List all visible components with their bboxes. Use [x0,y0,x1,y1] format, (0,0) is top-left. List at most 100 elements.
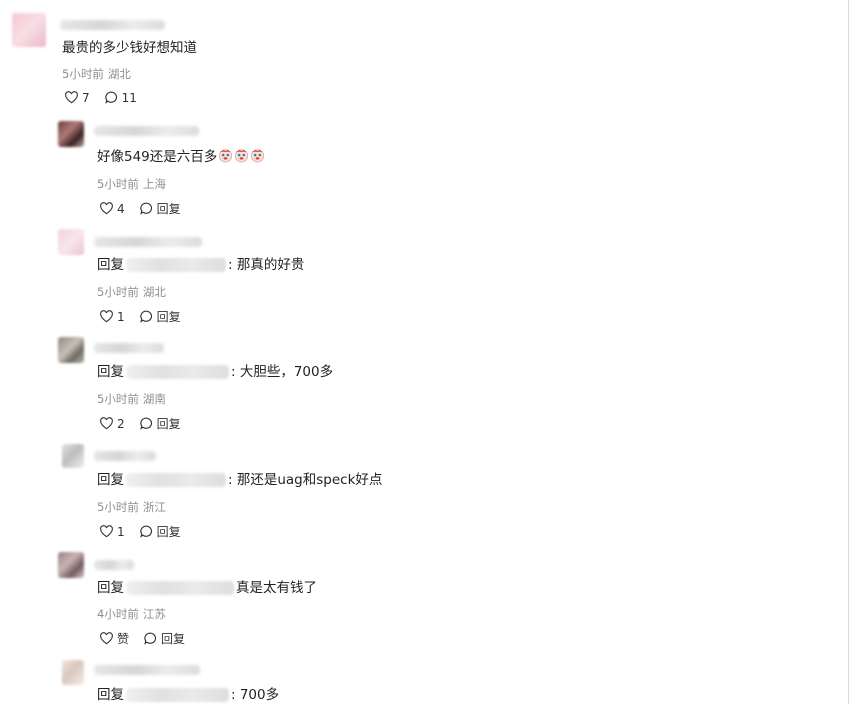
comment-text-content: : 那真的好贵 [228,257,305,273]
reply-prefix: 回复 [97,257,124,273]
comment-location: 浙江 [142,500,166,514]
comment-text-content: 好像549还是六百多 [97,149,218,165]
comment-meta: 5小时前 浙江 [97,499,166,515]
username-blurred[interactable] [94,451,156,461]
comment-time: 4小时前 [97,607,139,621]
reply-label: 回复 [156,417,181,431]
heart-icon [100,417,113,430]
heart-icon [100,632,113,645]
comment-text: 好像549还是六百多 [97,148,265,166]
mention-blurred[interactable] [126,688,229,702]
reply-label: 回复 [161,632,186,646]
comment-meta: 5小时前 湖北 [97,284,166,300]
like-button[interactable]: 7 [64,90,90,105]
comment-text: 回复 : 那真的好贵 [97,256,304,274]
comment-location: 江苏 [142,607,166,621]
comment-time: 5小时前 [97,177,139,191]
comment-meta: 5小时前 上海 [97,176,166,192]
comment-text-content: : 700多 [231,687,280,703]
username-blurred[interactable] [60,20,165,30]
crying-face-emoji-icon [235,149,249,163]
comment-bubble-icon [104,91,117,104]
comment-meta: 4小时前 江苏 [97,606,166,622]
comment-time: 5小时前 [97,500,139,514]
heart-icon [65,91,78,104]
comment-text: 回复 : 大胆些，700多 [97,363,333,381]
comment-actions: 赞 回复 [99,630,199,647]
heart-icon [100,310,113,323]
comment-text-content: : 那还是uag和speck好点 [228,472,383,488]
reply-label: 回复 [156,525,181,539]
reply-prefix: 回复 [97,472,124,488]
reply-label: 回复 [156,310,181,324]
mention-blurred[interactable] [126,258,226,272]
comment-meta: 5小时前 湖南 [97,391,166,407]
comment-time: 5小时前 [97,285,139,299]
comment-bubble-icon [144,632,156,645]
avatar[interactable] [58,229,84,255]
like-button[interactable]: 4 [99,201,125,216]
avatar[interactable] [62,660,84,685]
comment-text-content: : 大胆些，700多 [231,364,334,380]
like-label: 赞 [117,632,130,646]
reply-prefix: 回复 [97,580,124,596]
like-count: 7 [82,90,90,105]
comment-text: 回复 : 700多 [97,686,279,704]
like-button[interactable]: 1 [99,524,125,539]
comment-actions: 7 11 [64,90,151,105]
username-blurred[interactable] [94,665,200,675]
comment-text: 回复 真是太有钱了 [97,579,317,597]
reply-count: 11 [121,90,137,105]
reply-button[interactable]: 回复 [139,200,181,217]
like-button[interactable]: 2 [99,416,125,431]
comment-actions: 4 回复 [99,200,195,217]
comment-actions: 2 回复 [99,415,195,432]
like-count: 4 [117,201,125,216]
reply-label: 回复 [156,202,181,216]
avatar[interactable] [62,444,84,468]
reply-button[interactable]: 回复 [139,415,181,432]
comment-bubble-icon [139,417,152,430]
comment-location: 湖南 [142,392,166,406]
comment-actions: 1 回复 [99,308,195,325]
replies-button[interactable]: 11 [104,90,137,105]
mention-blurred[interactable] [126,581,234,595]
reply-button[interactable]: 回复 [143,630,185,647]
like-count: 2 [117,416,125,431]
mention-blurred[interactable] [126,365,229,379]
avatar[interactable] [58,552,84,578]
reply-button[interactable]: 回复 [139,523,181,540]
comment-time: 5小时前 [62,67,104,81]
comment-text: 最贵的多少钱好想知道 [62,40,197,56]
comment-bubble-icon [139,525,152,538]
comment-meta: 5小时前 湖北 [62,66,131,82]
username-blurred[interactable] [94,126,199,136]
mention-blurred[interactable] [126,473,226,487]
reply-prefix: 回复 [97,364,124,380]
comment-bubble-icon [139,202,152,215]
comment-location: 上海 [142,177,166,191]
comment-location: 湖北 [107,67,131,81]
crying-face-emoji-icon [251,149,265,163]
username-blurred[interactable] [94,343,164,353]
heart-icon [100,525,113,538]
comment-bubble-icon [139,310,152,323]
avatar[interactable] [12,13,46,47]
crying-face-emoji-icon [219,149,233,163]
username-blurred[interactable] [94,237,202,247]
comment-text-content: 真是太有钱了 [236,580,317,596]
like-count: 1 [117,524,125,539]
reply-button[interactable]: 回复 [139,308,181,325]
like-count: 1 [117,309,125,324]
username-blurred[interactable] [94,560,134,570]
reply-prefix: 回复 [97,687,124,703]
avatar[interactable] [58,121,84,147]
like-button[interactable]: 赞 [99,630,129,647]
comment-actions: 1 回复 [99,523,195,540]
heart-icon [100,202,113,215]
like-button[interactable]: 1 [99,309,125,324]
comment-time: 5小时前 [97,392,139,406]
comment-location: 湖北 [142,285,166,299]
comment-text: 回复 : 那还是uag和speck好点 [97,471,382,489]
avatar[interactable] [58,337,84,363]
